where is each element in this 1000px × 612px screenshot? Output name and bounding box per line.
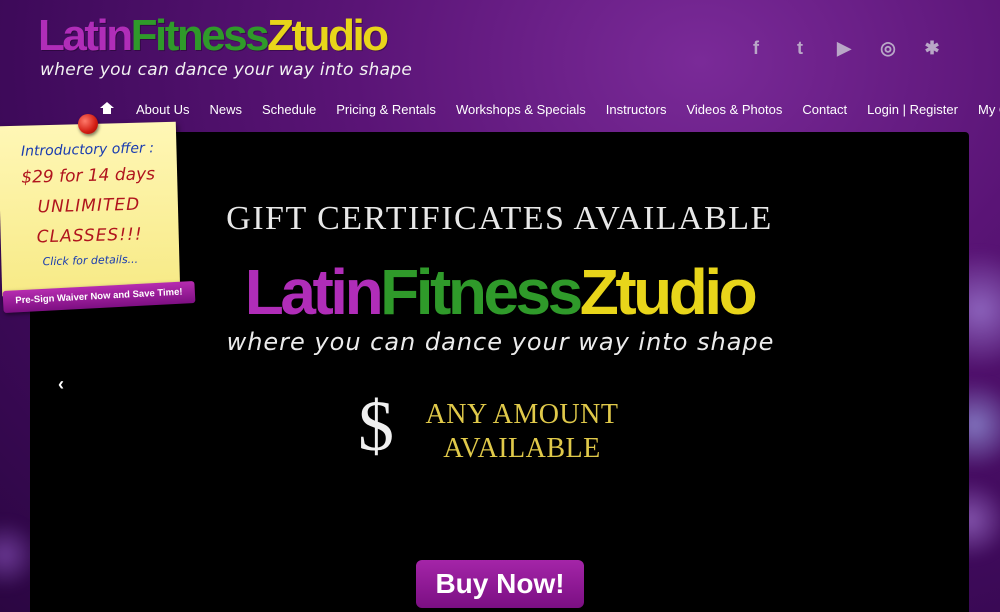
slide-logo-tagline: where you can dance your way into shape — [226, 328, 775, 356]
twitter-icon[interactable]: t — [790, 38, 810, 59]
nav-pricing-rentals[interactable]: Pricing & Rentals — [326, 102, 446, 117]
promo-sticky-note[interactable]: Introductory offer : $29 for 14 days UNL… — [0, 121, 181, 297]
logo-part-ztudio: Ztudio — [267, 11, 389, 60]
site-logo[interactable]: LatinFitnessZtudio where you can dance y… — [38, 14, 413, 81]
nav-home[interactable] — [96, 101, 126, 117]
amount-text: ANY AMOUNT AVAILABLE — [414, 398, 630, 466]
promo-line-1: Introductory offer : — [20, 140, 155, 160]
promo-details-link[interactable]: Click for details... — [1, 252, 179, 270]
nav-videos-photos[interactable]: Videos & Photos — [676, 102, 792, 117]
main-nav: About Us News Schedule Pricing & Rentals… — [96, 101, 1000, 117]
nav-contact[interactable]: Contact — [792, 102, 857, 117]
nav-workshops-specials[interactable]: Workshops & Specials — [446, 102, 596, 117]
buy-now-button[interactable]: Buy Now! — [416, 560, 584, 608]
amount-line-1: ANY AMOUNT — [425, 399, 619, 430]
nav-news[interactable]: News — [199, 102, 252, 117]
instagram-icon[interactable]: ◎ — [878, 38, 898, 59]
promo-line-2: $29 for 14 days — [20, 164, 156, 188]
social-links: f t ▶ ◎ ✱ — [746, 38, 942, 59]
nav-schedule[interactable]: Schedule — [252, 102, 326, 117]
logo-wordmark: LatinFitnessZtudio — [38, 14, 412, 58]
amount-line-2: AVAILABLE — [443, 433, 601, 464]
youtube-icon[interactable]: ▶ — [834, 38, 854, 59]
logo-tagline: where you can dance your way into shape — [40, 60, 413, 80]
logo-part-latin: Latin — [244, 256, 384, 328]
nav-about-us[interactable]: About Us — [126, 102, 199, 117]
push-pin-icon — [78, 114, 98, 134]
logo-part-fitness: Fitness — [130, 11, 270, 60]
yelp-icon[interactable]: ✱ — [922, 38, 942, 59]
logo-part-latin: Latin — [38, 11, 133, 60]
facebook-icon[interactable]: f — [746, 38, 766, 59]
logo-part-ztudio: Ztudio — [579, 256, 758, 328]
home-icon — [100, 102, 114, 114]
promo-line-4: CLASSES!!! — [36, 224, 143, 248]
slider-prev-arrow-icon[interactable]: ‹ — [58, 374, 64, 395]
nav-login-register[interactable]: Login | Register — [857, 102, 968, 117]
nav-instructors[interactable]: Instructors — [596, 102, 677, 117]
logo-part-fitness: Fitness — [380, 256, 583, 328]
nav-my-cart[interactable]: My Cart — [968, 102, 1000, 117]
promo-line-3: UNLIMITED — [37, 194, 141, 218]
dollar-sign: $ — [358, 386, 394, 466]
